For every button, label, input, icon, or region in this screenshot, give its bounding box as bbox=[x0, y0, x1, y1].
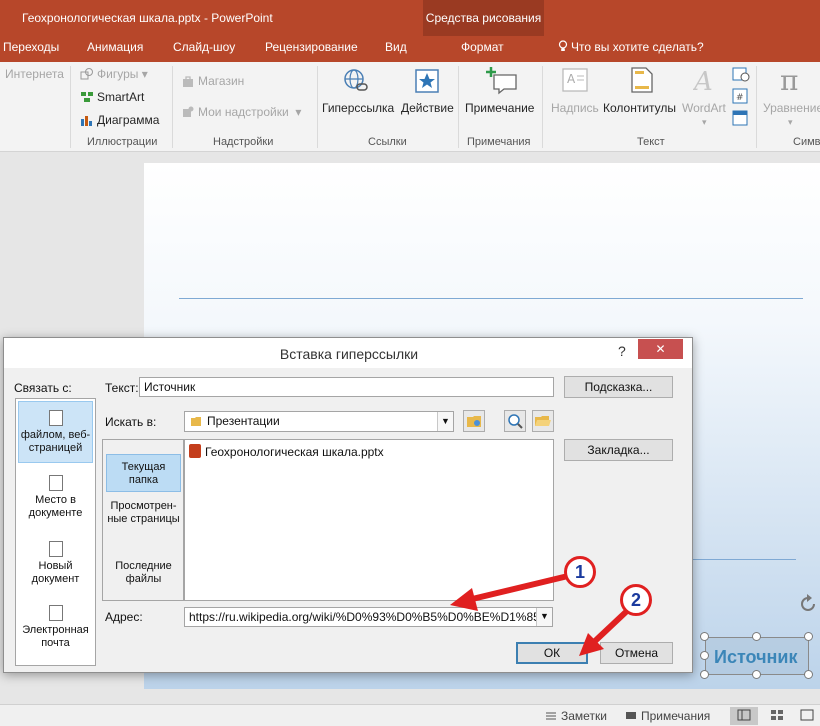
annotation-number-1: 1 bbox=[564, 556, 596, 588]
annotation-arrowhead-1 bbox=[450, 588, 478, 611]
annotation-number-2: 2 bbox=[620, 584, 652, 616]
annotation-arrows bbox=[450, 573, 631, 656]
annotation-arrow-1 bbox=[467, 573, 569, 603]
annotation-arrow-2 bbox=[591, 607, 631, 645]
